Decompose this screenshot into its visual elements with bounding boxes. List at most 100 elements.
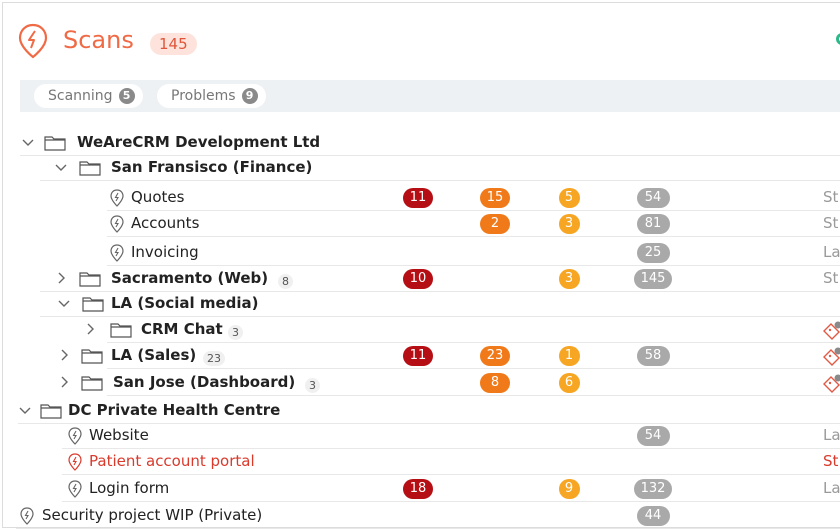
total-count-badge[interactable]: 54 xyxy=(636,426,670,446)
scan-target-icon xyxy=(110,244,124,262)
row-divider xyxy=(107,395,840,396)
row-status-text: St xyxy=(823,188,839,206)
chevron-right-icon[interactable] xyxy=(54,271,68,285)
scans-count-badge: 145 xyxy=(150,33,197,55)
tree-row[interactable]: CRM Chat 3 xyxy=(0,317,840,343)
chevron-right-icon[interactable] xyxy=(57,348,71,362)
medium-count-badge[interactable]: 5 xyxy=(558,188,580,208)
folder-icon xyxy=(79,272,101,287)
scans-logo-icon xyxy=(18,23,48,59)
tree-row[interactable]: LA (Sales) 23 11 23 1 58 xyxy=(0,343,840,369)
chevron-down-icon[interactable] xyxy=(21,135,35,149)
row-divider xyxy=(62,501,840,502)
folder-icon xyxy=(40,404,62,419)
folder-icon xyxy=(110,323,132,338)
filter-label: Scanning xyxy=(48,88,113,104)
total-count-badge[interactable]: 81 xyxy=(636,214,670,234)
row-label[interactable]: San Fransisco (Finance) xyxy=(111,158,312,176)
row-label[interactable]: Security project WIP (Private) xyxy=(42,506,262,524)
child-count-badge: 23 xyxy=(203,351,225,366)
row-status-text: La xyxy=(823,243,840,261)
total-count-badge[interactable]: 132 xyxy=(634,479,672,499)
row-label[interactable]: LA (Sales) xyxy=(111,346,196,364)
tree-row[interactable]: LA (Social media) xyxy=(0,291,840,317)
tree-row[interactable]: San Jose (Dashboard) 3 8 6 xyxy=(0,370,840,396)
chevron-right-icon[interactable] xyxy=(83,322,97,336)
tree-row[interactable]: DC Private Health Centre xyxy=(0,398,840,424)
critical-count-badge[interactable]: 11 xyxy=(403,346,433,366)
filter-bar: Scanning 5 Problems 9 xyxy=(20,80,840,112)
row-divider xyxy=(107,236,840,237)
row-label[interactable]: CRM Chat xyxy=(141,320,223,338)
critical-count-badge[interactable]: 11 xyxy=(403,188,433,208)
tree-row[interactable]: Login form 18 9 132 La xyxy=(0,476,840,502)
filter-problems[interactable]: Problems 9 xyxy=(157,84,266,108)
row-label[interactable]: Website xyxy=(89,426,149,444)
issue-ticket-icon[interactable] xyxy=(821,321,840,341)
row-label[interactable]: San Jose (Dashboard) xyxy=(113,373,295,391)
chevron-down-icon[interactable] xyxy=(18,403,32,417)
row-label[interactable]: Quotes xyxy=(131,188,184,206)
issue-ticket-icon[interactable] xyxy=(821,347,840,367)
row-label[interactable]: Invoicing xyxy=(131,243,199,261)
row-label[interactable]: Accounts xyxy=(131,214,199,232)
chevron-right-icon[interactable] xyxy=(57,375,71,389)
child-count-badge: 3 xyxy=(305,378,320,393)
total-count-badge[interactable]: 44 xyxy=(636,506,670,526)
row-divider xyxy=(40,180,840,181)
filter-count: 5 xyxy=(118,88,135,104)
row-label[interactable]: WeAreCRM Development Ltd xyxy=(77,133,320,151)
page-header: Scans 145 xyxy=(0,0,840,80)
folder-icon xyxy=(81,376,103,391)
row-label[interactable]: DC Private Health Centre xyxy=(68,401,280,419)
folder-icon xyxy=(44,136,66,151)
status-indicator-icon xyxy=(836,33,840,45)
critical-count-badge[interactable]: 10 xyxy=(403,269,433,289)
child-count-badge: 3 xyxy=(228,325,243,340)
row-label[interactable]: Patient account portal xyxy=(89,452,255,470)
tree-row[interactable]: Accounts 2 3 81 St xyxy=(0,211,840,237)
scan-target-icon xyxy=(20,507,34,525)
tree-row[interactable]: Patient account portal St xyxy=(0,449,840,475)
tree-row[interactable]: Sacramento (Web) 8 10 3 145 St xyxy=(0,266,840,292)
folder-icon xyxy=(79,161,101,176)
row-status-text: St xyxy=(823,452,839,470)
chevron-down-icon[interactable] xyxy=(54,160,68,174)
total-count-badge[interactable]: 58 xyxy=(636,346,670,366)
tree-row[interactable]: San Fransisco (Finance) xyxy=(0,155,840,181)
tree-row[interactable]: WeAreCRM Development Ltd xyxy=(0,130,840,156)
issue-ticket-icon[interactable] xyxy=(821,374,840,394)
critical-count-badge[interactable]: 18 xyxy=(403,479,433,499)
scan-target-icon xyxy=(110,215,124,233)
folder-icon xyxy=(81,349,103,364)
tree-row[interactable]: Quotes 11 15 5 54 St xyxy=(0,185,840,211)
total-count-badge[interactable]: 25 xyxy=(636,243,670,263)
medium-count-badge[interactable]: 3 xyxy=(558,269,580,289)
child-count-badge: 8 xyxy=(278,274,293,289)
row-status-text: St xyxy=(823,269,839,287)
scan-target-icon xyxy=(110,189,124,207)
row-status-text: La xyxy=(823,426,840,444)
filter-scanning[interactable]: Scanning 5 xyxy=(34,84,143,108)
medium-count-badge[interactable]: 6 xyxy=(558,373,580,393)
filter-count: 9 xyxy=(241,88,258,104)
total-count-badge[interactable]: 54 xyxy=(636,188,670,208)
tree-row[interactable]: Security project WIP (Private) 44 xyxy=(0,503,840,529)
row-divider xyxy=(16,528,840,529)
high-count-badge[interactable]: 23 xyxy=(480,346,510,366)
high-count-badge[interactable]: 8 xyxy=(480,373,510,393)
medium-count-badge[interactable]: 3 xyxy=(558,214,580,234)
filter-label: Problems xyxy=(171,88,236,104)
tree-row[interactable]: Website 54 La xyxy=(0,423,840,449)
medium-count-badge[interactable]: 9 xyxy=(558,479,580,499)
total-count-badge[interactable]: 145 xyxy=(634,269,672,289)
row-label[interactable]: Login form xyxy=(89,479,169,497)
medium-count-badge[interactable]: 1 xyxy=(558,346,580,366)
scan-target-icon xyxy=(68,453,82,471)
tree-row[interactable]: Invoicing 25 La xyxy=(0,240,840,266)
row-label[interactable]: LA (Social media) xyxy=(111,294,259,312)
row-label[interactable]: Sacramento (Web) xyxy=(111,269,268,287)
high-count-badge[interactable]: 15 xyxy=(480,188,510,208)
chevron-down-icon[interactable] xyxy=(57,296,71,310)
high-count-badge[interactable]: 2 xyxy=(480,214,510,234)
